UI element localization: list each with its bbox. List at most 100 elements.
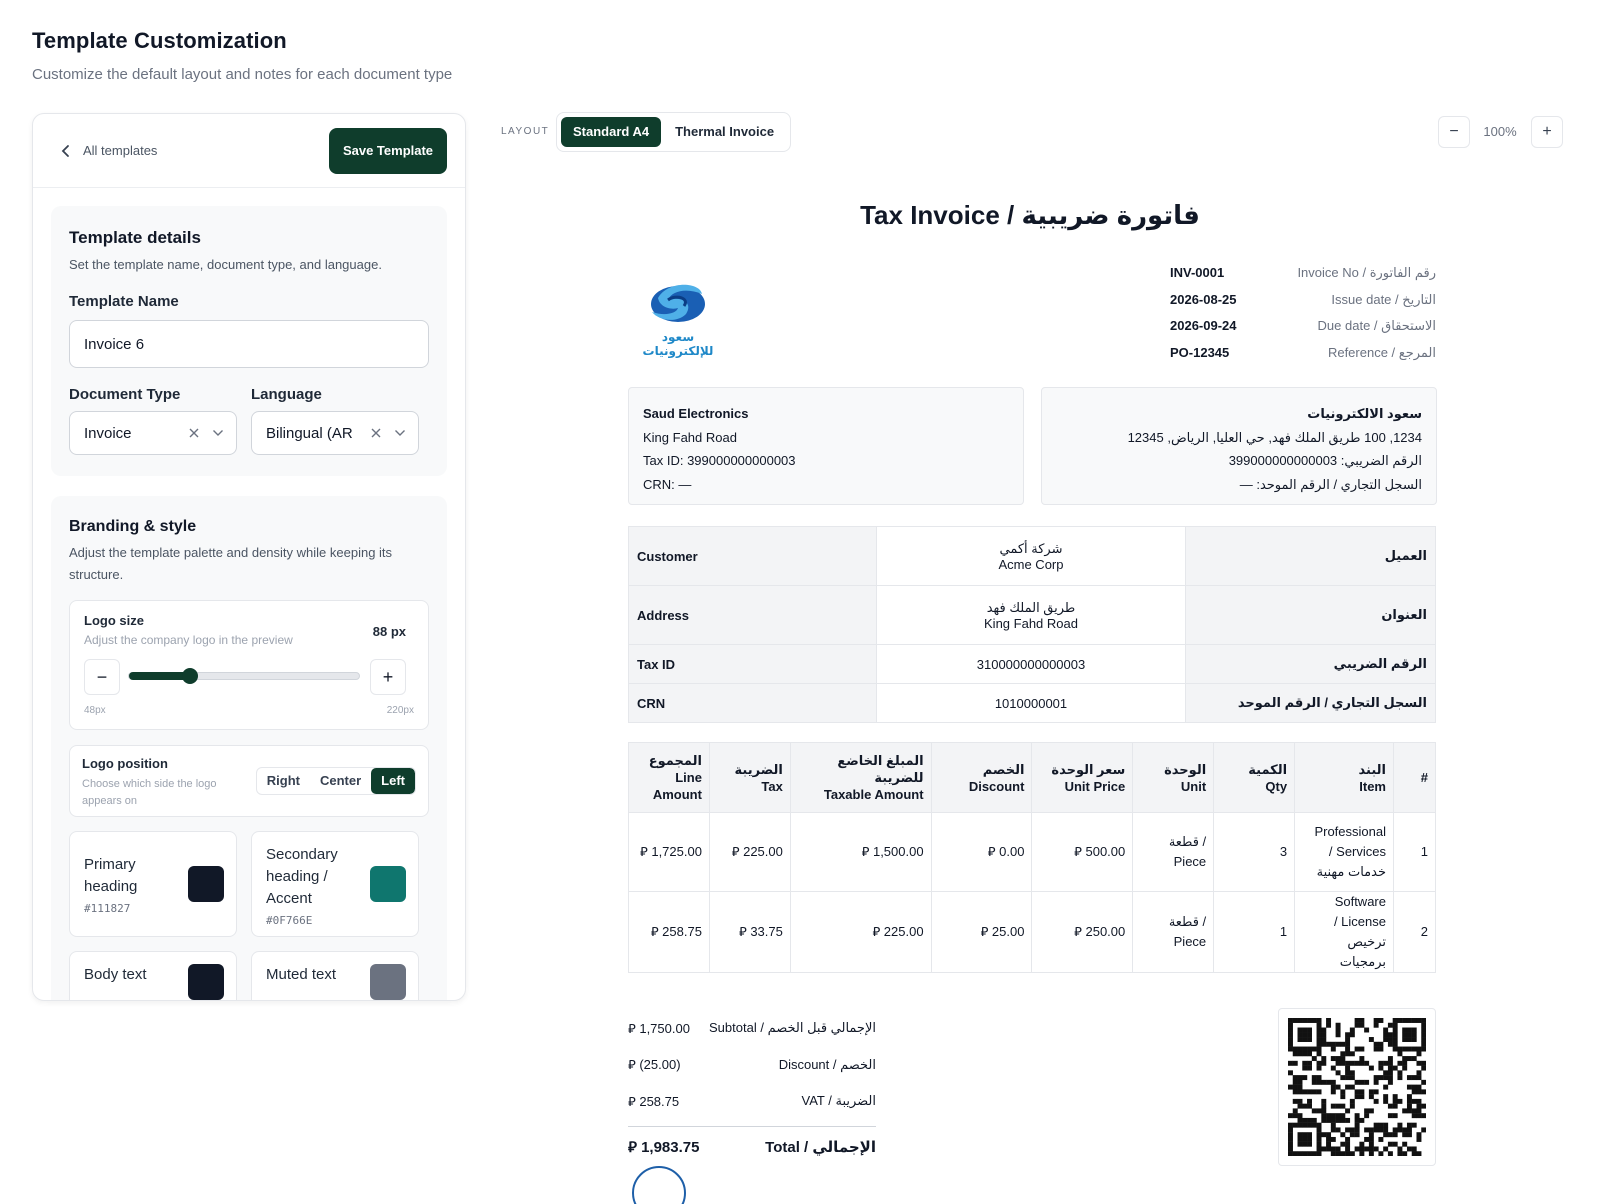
- qr-module: [1383, 1060, 1389, 1066]
- logo-size-slider-thumb[interactable]: [182, 668, 199, 684]
- qr-module: [1335, 1103, 1341, 1109]
- qr-module: [1373, 1089, 1379, 1095]
- taxable-amount-cell: ⃁ 225.00: [789, 891, 932, 973]
- seller-info-en: Saud Electronics King Fahd Road Tax ID: …: [628, 387, 1024, 505]
- qr-module: [1302, 1051, 1308, 1057]
- muted-text-swatch[interactable]: [370, 964, 406, 1000]
- layout-thermal-invoice-tab[interactable]: Thermal Invoice: [663, 117, 786, 147]
- language-select[interactable]: Bilingual (AR: [251, 411, 419, 455]
- qr-module: [1335, 1022, 1341, 1028]
- table-row: CRN 1010000001 السجل التجاري / الرقم الم…: [628, 683, 1436, 723]
- primary-heading-color[interactable]: Primary heading #111827: [69, 831, 237, 937]
- body-text-swatch[interactable]: [188, 964, 224, 1000]
- qr-module: [1411, 1122, 1417, 1128]
- subtotal-label: Subtotal / الإجمالي قبل الخصم: [709, 1020, 876, 1036]
- layout-standard-a4-tab[interactable]: Standard A4: [561, 117, 662, 147]
- zoom-out-button[interactable]: −: [1438, 116, 1470, 148]
- address-label-ar: العنوان: [1185, 585, 1436, 645]
- zoom-in-button[interactable]: +: [1531, 116, 1563, 148]
- qr-module: [1321, 1041, 1327, 1047]
- clear-icon[interactable]: [188, 427, 200, 439]
- template-name-input[interactable]: [69, 320, 429, 368]
- qr-module: [1359, 1079, 1365, 1085]
- page-subtitle: Customize the default layout and notes f…: [32, 66, 453, 83]
- body-text-color[interactable]: Body text: [69, 951, 237, 1000]
- qr-module: [1340, 1141, 1346, 1147]
- qr-module: [1364, 1027, 1370, 1033]
- qr-module: [1411, 1032, 1417, 1038]
- qr-module: [1302, 1151, 1308, 1157]
- secondary-accent-color[interactable]: Secondary heading / Accent #0F766E: [251, 831, 419, 937]
- qr-module: [1402, 1056, 1408, 1062]
- qr-module: [1368, 1136, 1374, 1142]
- qr-module: [1297, 1113, 1303, 1119]
- total-row: ⃁ 1,983.75 Total / الإجمالي: [628, 1125, 876, 1164]
- muted-text-color[interactable]: Muted text: [251, 951, 419, 1000]
- logo-size-increase-button[interactable]: +: [370, 659, 406, 695]
- qr-module: [1307, 1122, 1312, 1128]
- logo-position-left[interactable]: Left: [371, 768, 415, 794]
- qr-module: [1345, 1108, 1351, 1114]
- secondary-accent-swatch[interactable]: [370, 866, 406, 902]
- qr-module: [1392, 1127, 1398, 1133]
- template-details-card: Template details Set the template name, …: [51, 206, 447, 476]
- qr-module: [1307, 1037, 1312, 1042]
- qr-module: [1349, 1103, 1355, 1109]
- qr-module: [1397, 1098, 1403, 1104]
- all-templates-link[interactable]: All templates: [61, 143, 157, 158]
- qr-module: [1387, 1032, 1393, 1038]
- reference-row: PO-12345 Reference / المرجع: [1170, 345, 1436, 361]
- qr-module: [1397, 1018, 1403, 1023]
- qr-module: [1321, 1146, 1327, 1152]
- address-label: Address: [628, 585, 877, 645]
- qr-code: [1278, 1008, 1436, 1166]
- issue-date-value: 2026-08-25: [1170, 292, 1237, 307]
- qr-module: [1368, 1089, 1374, 1095]
- qr-module: [1368, 1065, 1374, 1071]
- qr-module: [1326, 1041, 1332, 1047]
- qr-module: [1397, 1127, 1403, 1133]
- qr-module: [1392, 1018, 1398, 1023]
- qty-cell: 3: [1213, 812, 1296, 892]
- logo-position-center[interactable]: Center: [310, 768, 371, 794]
- qr-module: [1402, 1060, 1408, 1066]
- qr-module: [1292, 1018, 1298, 1023]
- save-template-button[interactable]: Save Template: [329, 127, 447, 174]
- qr-module: [1383, 1037, 1389, 1042]
- qr-module: [1297, 1051, 1303, 1057]
- qr-module: [1321, 1056, 1327, 1062]
- all-templates-label: All templates: [83, 143, 158, 158]
- qr-module: [1411, 1075, 1417, 1081]
- qr-module: [1349, 1132, 1355, 1138]
- qr-module: [1354, 1022, 1360, 1028]
- qr-module: [1321, 1032, 1327, 1038]
- qr-module: [1297, 1136, 1303, 1142]
- qr-module: [1359, 1056, 1365, 1062]
- qr-module: [1368, 1037, 1374, 1042]
- qr-module: [1416, 1070, 1422, 1076]
- logo-size-decrease-button[interactable]: −: [84, 659, 120, 695]
- customer-value: شركة أكمي Acme Corp: [875, 526, 1187, 586]
- logo-size-slider[interactable]: [128, 668, 360, 684]
- logo-position-right[interactable]: Right: [257, 768, 310, 794]
- chevron-left-icon: [61, 144, 69, 157]
- qr-module: [1359, 1022, 1365, 1028]
- qr-module: [1402, 1032, 1408, 1038]
- document-type-select[interactable]: Invoice: [69, 411, 237, 455]
- qr-module: [1297, 1037, 1303, 1042]
- qr-module: [1302, 1136, 1308, 1142]
- qr-module: [1302, 1122, 1308, 1128]
- qr-module: [1354, 1146, 1360, 1152]
- qr-module: [1411, 1098, 1417, 1104]
- primary-heading-hex: #111827: [84, 902, 131, 915]
- template-settings-panel: All templates Save Template Template det…: [32, 113, 466, 1001]
- primary-heading-swatch[interactable]: [188, 866, 224, 902]
- qr-module: [1392, 1027, 1398, 1033]
- qr-module: [1359, 1141, 1365, 1147]
- qr-module: [1330, 1056, 1336, 1062]
- qr-module: [1340, 1056, 1346, 1062]
- clear-icon[interactable]: [370, 427, 382, 439]
- qr-module: [1387, 1041, 1393, 1047]
- qr-module: [1326, 1018, 1332, 1023]
- qr-module: [1297, 1089, 1303, 1095]
